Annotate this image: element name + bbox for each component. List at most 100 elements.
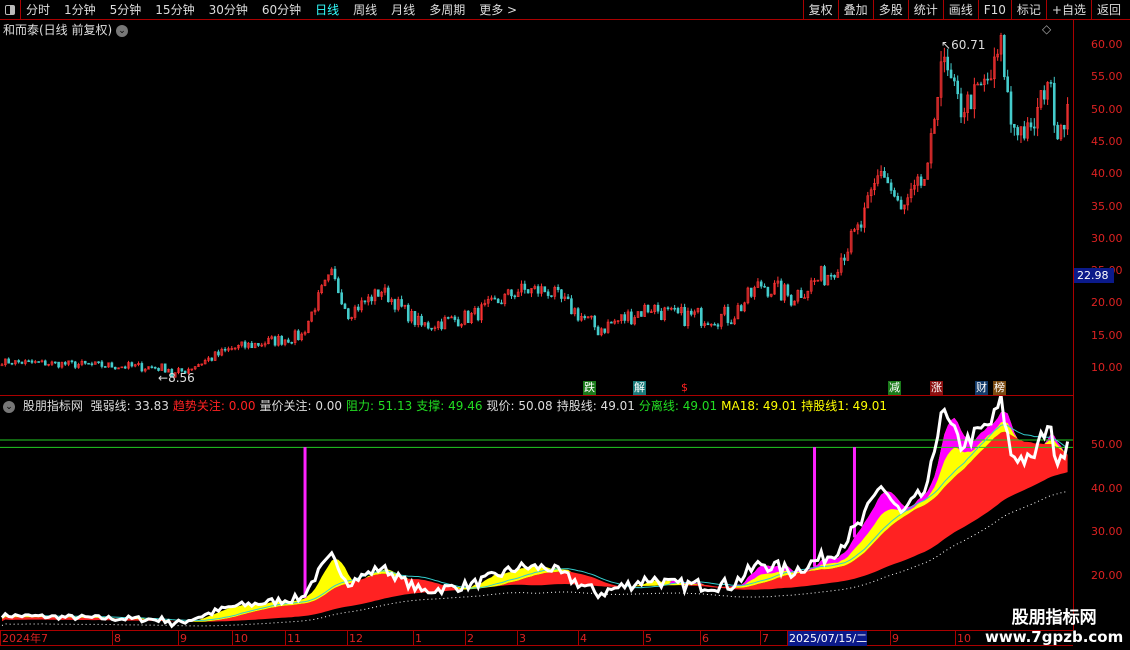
indicator-value: 趋势关注: 0.00 [172,399,256,413]
signal-marker[interactable]: 榜 [993,381,1006,395]
candle [699,308,703,326]
candle [886,177,890,184]
indicator-value: 分离线: 49.01 [638,399,718,413]
signal-marker[interactable]: 财 [975,381,988,395]
candle [73,361,77,368]
indicator-value: 现价: 50.08 [486,399,553,413]
lower-tick: 30.00 [1091,525,1123,539]
stock-title[interactable]: 和而泰(日线 前复权) ⌄ [3,21,129,38]
toolbar-button-5[interactable]: F10 [977,0,1011,20]
candle [446,317,450,319]
chart-canvas[interactable] [0,0,1073,630]
high-price-value: 60.71 [951,38,986,52]
price-tick: 15.00 [1091,328,1123,342]
chevron-down-icon[interactable]: ⌄ [3,400,15,413]
toolbar-button-1[interactable]: 叠加 [837,0,873,20]
candle [130,362,134,367]
candle [979,83,983,86]
indicator-value: 持股线: 49.01 [556,399,635,413]
candle [357,306,360,311]
stock-title-text: 和而泰(日线 前复权) [3,23,113,37]
period-tab-6[interactable]: 日线 [315,1,339,18]
candle [716,324,720,327]
candle [560,289,563,299]
candle [7,358,10,364]
diamond-icon[interactable]: ◇ [1042,22,1051,36]
candle [779,280,783,301]
candle [803,297,806,299]
candle [103,366,107,368]
indicator-values: 强弱线: 33.83 趋势关注: 0.00 量价关注: 0.00 阻力: 51.13 支… [91,399,891,413]
signal-marker[interactable]: 减 [888,381,901,395]
panel-icon [5,4,15,15]
toolbar-button-6[interactable]: 标记 [1010,0,1046,20]
chevron-down-icon[interactable]: ⌄ [116,24,129,37]
toolbar-button-3[interactable]: 统计 [907,0,943,20]
price-tick: 55.00 [1091,70,1123,84]
indicator-value: 强弱线: 33.83 [90,399,169,413]
layout-toggle-button[interactable] [0,0,21,20]
indicator-value: MA18: 49.01 [721,399,798,413]
date-label: 6 [700,631,709,646]
toolbar-buttons: 复权 叠加 多股 统计 画线 F10 标记 +自选 返回 [802,0,1126,20]
period-tab-4[interactable]: 30分钟 [209,1,248,18]
candle [596,326,600,336]
candle [763,285,766,288]
candle [823,266,826,286]
signal-marker[interactable]: 涨 [930,381,943,395]
candle [123,366,127,369]
candle [333,268,337,280]
candle [726,306,730,323]
period-tab-8[interactable]: 月线 [391,1,415,18]
period-tab-5[interactable]: 60分钟 [262,1,301,18]
price-tick: 40.00 [1091,167,1123,181]
candle [493,297,497,300]
price-tick: 45.00 [1091,134,1123,148]
lower-tick: 20.00 [1091,569,1123,583]
period-tab-1[interactable]: 1分钟 [64,1,96,18]
price-tick: 60.00 [1091,38,1123,51]
candle [526,289,530,294]
period-tab-2[interactable]: 5分钟 [110,1,142,18]
toolbar-button-8[interactable]: 返回 [1090,0,1126,20]
candle [610,321,613,324]
period-tab-9[interactable]: 多周期 [429,1,465,18]
candle [37,361,40,363]
period-tab-7[interactable]: 周线 [353,1,377,18]
date-label: 9 [178,631,187,646]
period-tab-3[interactable]: 15分钟 [155,1,194,18]
toolbar-button-4[interactable]: 画线 [942,0,978,20]
candle [729,322,733,325]
period-tab-10[interactable]: 更多 > [479,1,517,18]
toolbar: 分时 1分钟 5分钟 15分钟 30分钟 60分钟 日线 周线 月线 多周期 更多 > 复权 叠加 多股… [0,0,1130,20]
toolbar-button-7[interactable]: +自选 [1045,0,1091,20]
candle [63,362,67,365]
candle [97,361,100,364]
signal-marker[interactable]: 解 [633,381,646,395]
candle [1049,82,1053,84]
toolbar-button-2[interactable]: 多股 [872,0,908,20]
candle [1033,126,1036,129]
date-label: 11 [285,631,301,646]
signal-marker[interactable]: 跌 [583,381,596,395]
toolbar-button-0[interactable]: 复权 [802,0,838,20]
candle [496,298,500,304]
indicator-value: 支撑: 49.46 [416,399,483,413]
candle [150,366,154,368]
candle [440,321,443,330]
candle [593,315,597,328]
date-label: 9 [890,631,899,646]
candle [1062,124,1066,130]
period-tab-0[interactable]: 分时 [26,1,50,18]
date-label: 4 [578,631,587,646]
high-price-label: ↖60.71 [941,38,986,52]
candle [386,287,390,303]
indicator-name[interactable]: 股朋指标网 [23,399,83,413]
candle [426,322,430,329]
candle [789,295,793,306]
candle [376,289,380,297]
candle [340,292,343,305]
signal-marker[interactable]: $ [678,381,691,395]
date-label: 7 [760,631,769,646]
candle [536,286,540,294]
